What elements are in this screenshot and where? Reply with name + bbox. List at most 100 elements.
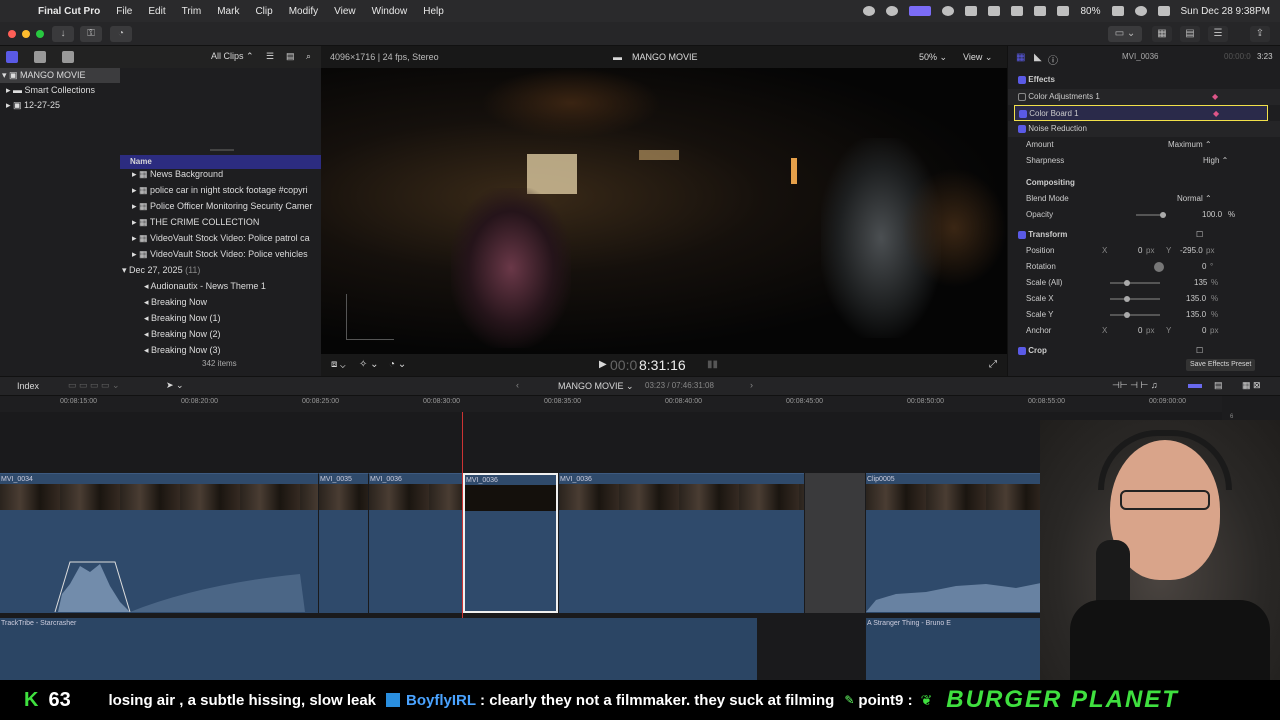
menu-trim[interactable]: Trim	[174, 6, 210, 17]
noise-reduction-checkbox[interactable]	[1018, 124, 1026, 133]
clock[interactable]: Sun Dec 28 9:38PM	[1181, 6, 1271, 17]
battery-icon[interactable]	[1111, 6, 1124, 16]
scale-x-value[interactable]: 135.0	[1186, 291, 1206, 307]
amount-select[interactable]: Maximum ⌃	[1168, 137, 1212, 153]
list-item[interactable]: ▸ ▦ VideoVault Stock Video: Police vehic…	[120, 246, 321, 262]
effects-browser-icon[interactable]: ▦ ⊠	[1242, 380, 1261, 391]
retime-tool-icon[interactable]: ◔ ⌄	[389, 359, 406, 370]
position-x-value[interactable]: 0	[1138, 243, 1142, 259]
rotation-value[interactable]: 0	[1202, 259, 1206, 275]
select-tool-icon[interactable]: ➤ ⌄	[166, 380, 184, 391]
timeline-toggle-icon[interactable]: ▤	[1180, 26, 1200, 42]
record-icon[interactable]	[863, 6, 876, 16]
scale-y-slider[interactable]	[1110, 314, 1160, 316]
list-item[interactable]: ◂ Breaking Now (3)	[120, 342, 321, 358]
share-icon[interactable]: ⇪	[1250, 26, 1270, 42]
list-item[interactable]: ◂ Breaking Now (1)	[120, 310, 321, 326]
color-mask-icon[interactable]: ◆	[1212, 89, 1218, 105]
display-icon[interactable]	[988, 6, 1001, 16]
history-back-icon[interactable]: ‹	[516, 380, 519, 390]
scale-x-slider[interactable]	[1110, 298, 1160, 300]
timeline-index-button[interactable]: Index	[17, 381, 39, 391]
transform-checkbox[interactable]	[1018, 230, 1026, 239]
list-item[interactable]: ▸ ▦ police car in night stock footage #c…	[120, 182, 321, 198]
gap-clip[interactable]	[805, 473, 865, 613]
skimming-toggle[interactable]	[1188, 384, 1202, 388]
menu-view[interactable]: View	[326, 6, 364, 17]
control-center-icon[interactable]	[1157, 6, 1170, 16]
filmstrip-divider[interactable]	[210, 149, 234, 151]
background-tasks-button[interactable]: ◔	[110, 26, 132, 42]
list-item[interactable]: ▸ ▦ Police Officer Monitoring Security C…	[120, 198, 321, 214]
effect-noise-reduction[interactable]: Noise Reduction	[1008, 121, 1280, 137]
timeline-clip[interactable]: MVI_0036	[559, 473, 804, 613]
import-button[interactable]: ↓	[52, 26, 74, 42]
close-window-button[interactable]	[8, 30, 16, 38]
menu-file[interactable]: File	[108, 6, 140, 17]
video-frame[interactable]	[321, 68, 1007, 354]
position-y-value[interactable]: -295.0	[1180, 243, 1203, 259]
transform-section-header[interactable]: Transform ☐	[1008, 227, 1280, 243]
clip-filter-dropdown[interactable]: All Clips ⌃	[211, 51, 254, 62]
search-icon[interactable]: ⌕	[306, 51, 311, 62]
play-button[interactable]: ▶	[599, 359, 607, 370]
transform-onscreen-icon[interactable]: ☐	[1196, 227, 1203, 243]
browser-toggle-icon[interactable]: ▦	[1152, 26, 1172, 42]
list-item[interactable]: ◂ Breaking Now	[120, 294, 321, 310]
inspector-toggle-icon[interactable]: ☰	[1208, 26, 1228, 42]
list-item[interactable]: ▸ ▦ News Background	[120, 166, 321, 182]
info-inspector-icon[interactable]: ⓘ	[1048, 52, 1058, 67]
fullscreen-icon[interactable]: ⤢	[989, 359, 997, 370]
timeline-project-dropdown[interactable]: MANGO MOVIE ⌄	[558, 381, 634, 392]
timeline-clip[interactable]: MVI_0035	[318, 473, 368, 613]
effects-checkbox[interactable]	[1018, 75, 1026, 84]
zoom-dropdown[interactable]: 50% ⌄	[919, 52, 947, 63]
menu-mark[interactable]: Mark	[209, 6, 247, 17]
screen-mirror-icon[interactable]	[909, 6, 932, 16]
crop-onscreen-icon[interactable]: ☐	[1196, 343, 1203, 359]
sharpness-select[interactable]: High ⌃	[1203, 153, 1228, 169]
opacity-value[interactable]: 100.0	[1202, 207, 1222, 223]
scale-all-value[interactable]: 135	[1194, 275, 1207, 291]
color-board-icon[interactable]: ◆	[1213, 106, 1219, 122]
color-inspector-icon[interactable]: ◣	[1034, 52, 1042, 63]
search-icon[interactable]	[1134, 6, 1147, 16]
blend-mode-select[interactable]: Normal ⌃	[1177, 191, 1212, 207]
photos-icon[interactable]	[34, 51, 46, 63]
menu-clip[interactable]: Clip	[247, 6, 280, 17]
music-track[interactable]: TrackTribe - Starcrasher	[0, 618, 757, 680]
crop-checkbox[interactable]	[1018, 346, 1026, 355]
save-effects-preset-button[interactable]: Save Effects Preset	[1186, 359, 1256, 371]
history-forward-icon[interactable]: ›	[750, 380, 753, 390]
menu-window[interactable]: Window	[364, 6, 416, 17]
scale-y-value[interactable]: 135.0	[1186, 307, 1206, 323]
scale-y-knob[interactable]	[1124, 312, 1130, 318]
list-item[interactable]: ◂ Audionautix - News Theme 1	[120, 278, 321, 294]
timeline-clip-selected[interactable]: MVI_0036	[463, 473, 558, 613]
effect-color-board[interactable]: Color Board 1 ◆	[1014, 105, 1268, 121]
effect-color-adjustments[interactable]: Color Adjustments 1 ◆	[1008, 89, 1280, 105]
play-icon[interactable]	[942, 6, 955, 16]
library-item-event[interactable]: ▸ ▣ 12-27-25	[0, 98, 60, 113]
list-item[interactable]: ▸ ▦ VideoVault Stock Video: Police patro…	[120, 230, 321, 246]
minimize-window-button[interactable]	[22, 30, 30, 38]
video-inspector-icon[interactable]: ▦	[1016, 52, 1025, 63]
menu-edit[interactable]: Edit	[140, 6, 173, 17]
color-board-checkbox[interactable]	[1019, 109, 1027, 118]
list-view-icon[interactable]: ▤	[286, 51, 295, 62]
battery-percent[interactable]: 80%	[1080, 6, 1100, 17]
clip-appearance-icon[interactable]: ☰	[266, 51, 274, 62]
snapping-icons[interactable]: ⊣⊢ ⊣ ⊢ ♫	[1112, 380, 1158, 391]
timecode-display[interactable]: 8:31:16	[639, 357, 686, 373]
timeline-clip[interactable]: MVI_0036	[368, 473, 462, 613]
color-adjustments-checkbox[interactable]	[1018, 92, 1026, 101]
timeline-clip[interactable]: MVI_0034	[0, 473, 318, 613]
monitor-icon[interactable]	[1011, 6, 1024, 16]
transform-tool-icon[interactable]: ⧈ ⌄	[331, 359, 346, 370]
menu-app[interactable]: Final Cut Pro	[30, 6, 108, 17]
anchor-x-value[interactable]: 0	[1138, 323, 1142, 339]
volume-icon[interactable]	[965, 6, 978, 16]
date-group-header[interactable]: ▾ Dec 27, 2025 (11)	[120, 262, 321, 278]
rotation-dial[interactable]	[1154, 262, 1164, 272]
library-item-smart-collections[interactable]: ▸ ▬ Smart Collections	[0, 83, 95, 98]
